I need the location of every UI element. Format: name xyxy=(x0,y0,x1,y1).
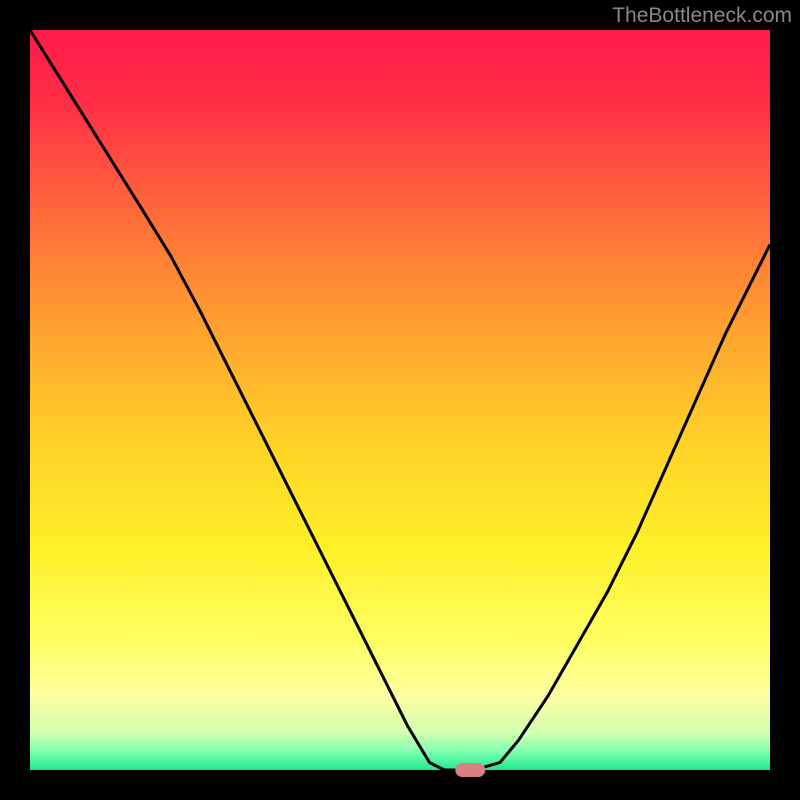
chart-svg xyxy=(0,0,800,800)
chart-container xyxy=(0,0,800,800)
gradient-background xyxy=(30,30,770,770)
watermark-text: TheBottleneck.com xyxy=(612,4,792,28)
optimum-marker xyxy=(455,763,485,777)
